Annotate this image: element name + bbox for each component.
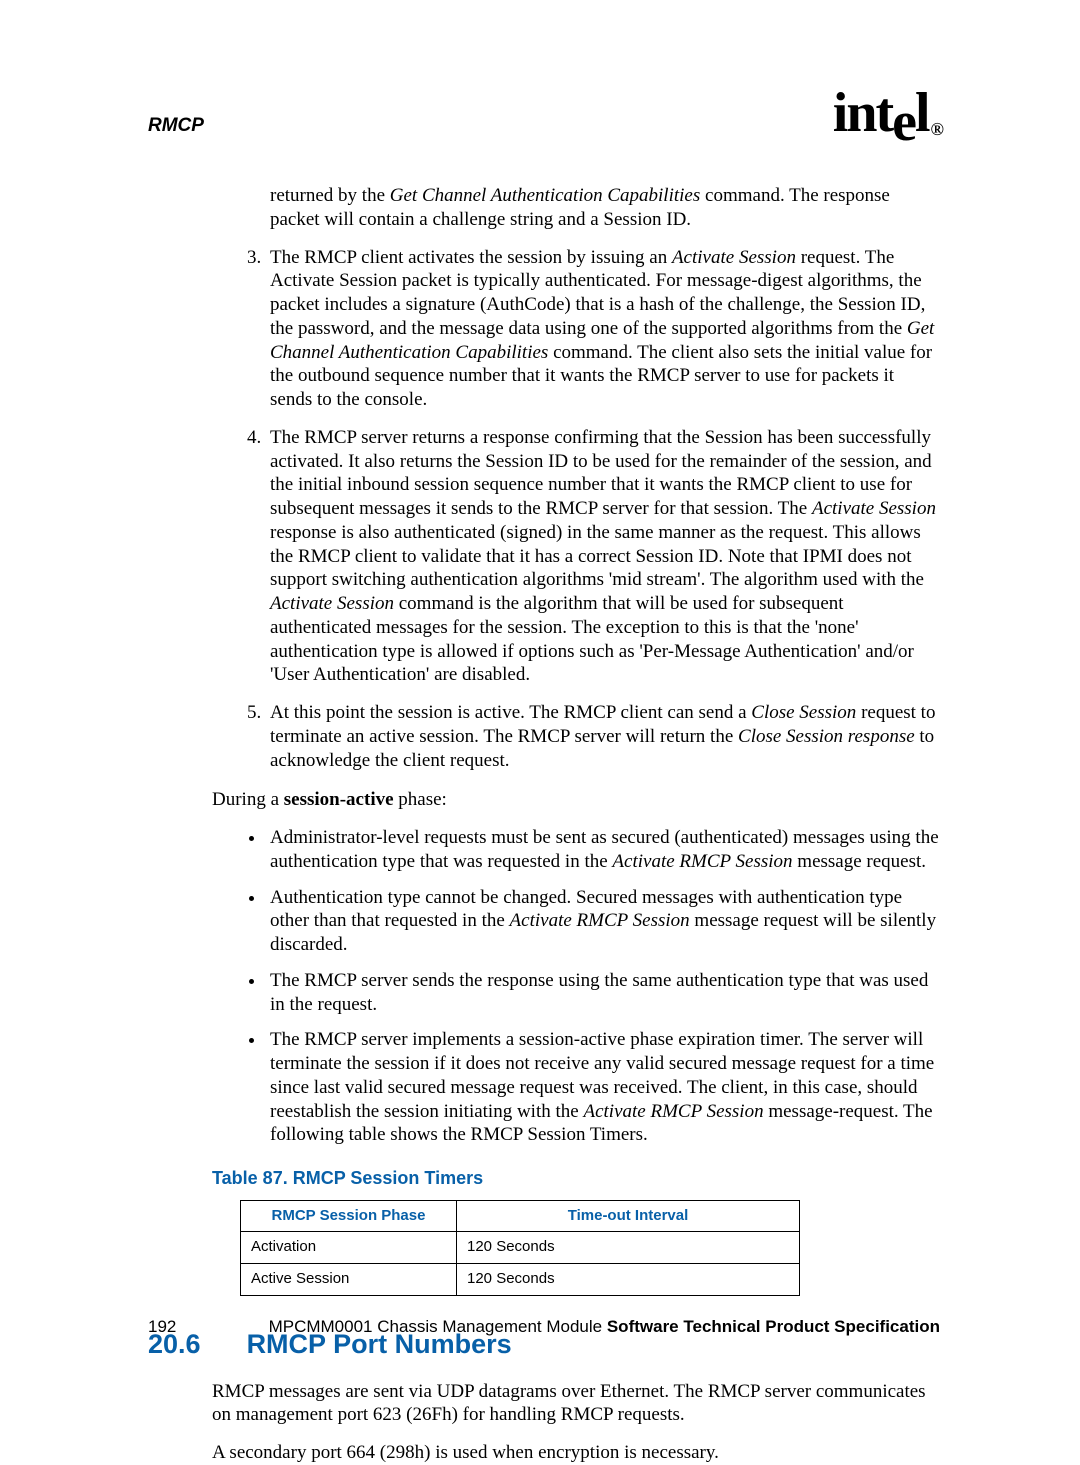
table-row: Active Session 120 Seconds	[241, 1264, 800, 1296]
table-row: Activation 120 Seconds	[241, 1232, 800, 1264]
page: RMCP intel® returned by the Get Channel …	[0, 0, 1080, 1397]
rmcp-session-timers-table: RMCP Session Phase Time-out Interval Act…	[240, 1200, 800, 1296]
numbered-steps: The RMCP client activates the session by…	[240, 246, 940, 773]
th-phase: RMCP Session Phase	[241, 1200, 457, 1232]
intro-paragraph: returned by the Get Channel Authenticati…	[270, 184, 940, 232]
bullet-2: Authentication type cannot be changed. S…	[266, 886, 940, 957]
body-column: returned by the Get Channel Authenticati…	[240, 184, 940, 1465]
cell-phase-1: Active Session	[241, 1264, 457, 1296]
step-3: The RMCP client activates the session by…	[266, 246, 940, 412]
page-header: RMCP intel®	[148, 78, 940, 148]
bullet-3: The RMCP server sends the response using…	[266, 969, 940, 1017]
bullet-4: The RMCP server implements a session-act…	[266, 1028, 940, 1147]
step-4: The RMCP server returns a response confi…	[266, 426, 940, 687]
step-5: At this point the session is active. The…	[266, 701, 940, 772]
table-caption: Table 87. RMCP Session Timers	[212, 1167, 940, 1190]
table-header-row: RMCP Session Phase Time-out Interval	[241, 1200, 800, 1232]
phase-intro: During a session-active phase:	[212, 788, 940, 812]
footer-doc-title: MPCMM0001 Chassis Management Module Soft…	[269, 1316, 940, 1337]
page-number: 192	[148, 1316, 176, 1337]
header-section-label: RMCP	[148, 114, 204, 148]
page-footer: 192 MPCMM0001 Chassis Management Module …	[148, 1316, 940, 1337]
bullet-1: Administrator-level requests must be sen…	[266, 826, 940, 874]
cell-interval-0: 120 Seconds	[457, 1232, 800, 1264]
th-interval: Time-out Interval	[457, 1200, 800, 1232]
section-p1: RMCP messages are sent via UDP datagrams…	[212, 1380, 940, 1428]
registered-icon: ®	[931, 119, 942, 139]
cell-interval-1: 120 Seconds	[457, 1264, 800, 1296]
intel-logo: intel®	[833, 78, 940, 148]
session-active-bullets: Administrator-level requests must be sen…	[240, 826, 940, 1147]
section-p2: A secondary port 664 (298h) is used when…	[212, 1441, 940, 1465]
cell-phase-0: Activation	[241, 1232, 457, 1264]
